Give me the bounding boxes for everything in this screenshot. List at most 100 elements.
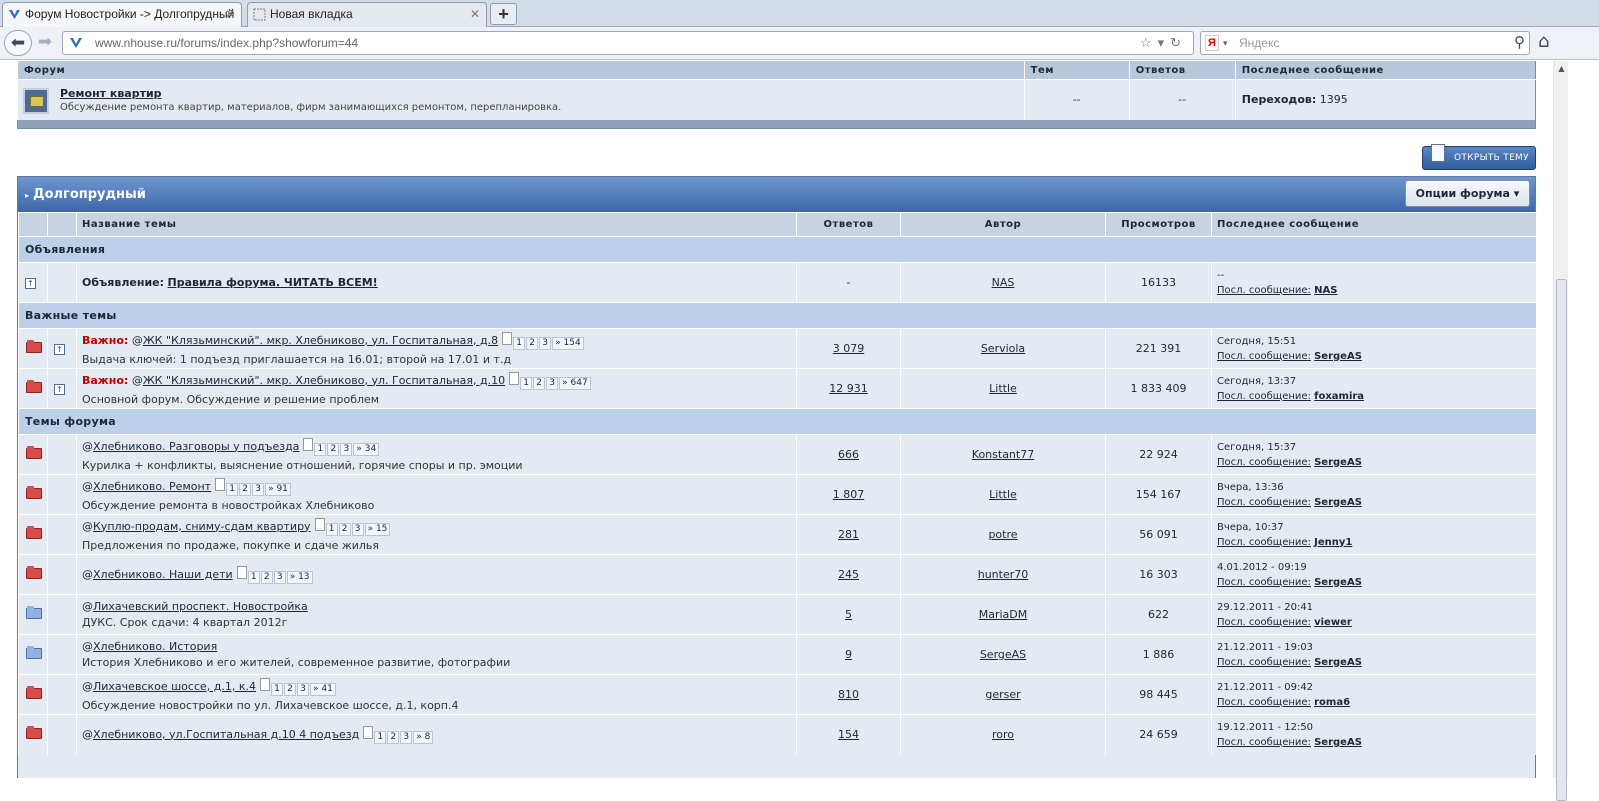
close-tab-icon[interactable]: ✕ bbox=[225, 3, 235, 25]
forward-button[interactable]: ➡ bbox=[34, 30, 56, 56]
last-post-label[interactable]: Посл. сообщение: bbox=[1217, 391, 1311, 402]
page-link[interactable]: 3 bbox=[297, 682, 309, 696]
col-views[interactable]: Просмотров bbox=[1105, 212, 1212, 237]
scrollbar-thumb[interactable] bbox=[1556, 279, 1567, 801]
last-post-label[interactable]: Посл. сообщение: bbox=[1217, 697, 1311, 708]
replies-link[interactable]: 245 bbox=[838, 568, 859, 581]
topic-link[interactable]: Хлебниково. Разговоры у подъезда bbox=[93, 440, 299, 453]
col-topic-title[interactable]: Название темы bbox=[76, 212, 797, 237]
page-link[interactable]: 1 bbox=[271, 682, 283, 696]
topic-link[interactable]: Хлебниково. История bbox=[93, 640, 217, 653]
page-link[interactable]: 1 bbox=[247, 570, 260, 584]
last-post-label[interactable]: Посл. сообщение: bbox=[1217, 657, 1311, 668]
author-link[interactable]: potre bbox=[988, 528, 1017, 541]
page-link[interactable]: 2 bbox=[526, 336, 539, 350]
last-poster-link[interactable]: SergeAS bbox=[1314, 577, 1362, 588]
page-link[interactable]: 3 bbox=[539, 336, 552, 350]
page-link[interactable]: 2 bbox=[260, 570, 273, 584]
last-poster-link[interactable]: SergeAS bbox=[1314, 457, 1362, 468]
last-post-label[interactable]: Посл. сообщение: bbox=[1217, 351, 1311, 362]
yandex-engine-icon[interactable]: Я bbox=[1205, 35, 1219, 51]
last-poster-link[interactable]: SergeAS bbox=[1314, 497, 1362, 508]
replies-link[interactable]: 12 931 bbox=[829, 382, 868, 395]
page-link[interactable]: 1 bbox=[325, 522, 338, 536]
page-link[interactable]: 3 bbox=[252, 482, 265, 496]
tab-new[interactable]: Новая вкладка ✕ bbox=[247, 2, 487, 27]
home-button[interactable]: ⌂ bbox=[1538, 31, 1560, 55]
collapse-triangle-icon[interactable]: ▸ bbox=[25, 191, 29, 200]
replies-link[interactable]: 281 bbox=[838, 528, 859, 541]
page-link[interactable]: 2 bbox=[284, 682, 296, 696]
last-post-label[interactable]: Посл. сообщение: bbox=[1217, 577, 1311, 588]
col-replies[interactable]: Ответов bbox=[796, 212, 901, 237]
vertical-scrollbar[interactable]: ▲ bbox=[1553, 61, 1569, 801]
page-link[interactable]: » 41 bbox=[310, 682, 336, 696]
page-link[interactable]: 1 bbox=[226, 482, 239, 496]
last-post-label[interactable]: Посл. сообщение: bbox=[1217, 457, 1311, 468]
author-link[interactable]: hunter70 bbox=[978, 568, 1029, 581]
forum-options-button[interactable]: Опции форума ▾ bbox=[1405, 180, 1530, 207]
author-link[interactable]: gerser bbox=[985, 688, 1020, 701]
page-link[interactable]: 2 bbox=[327, 442, 340, 456]
engine-dropdown-icon[interactable]: ▾ bbox=[1223, 32, 1228, 54]
page-link[interactable]: 3 bbox=[400, 730, 413, 744]
col-last-post[interactable]: Последнее сообщение bbox=[1211, 212, 1536, 237]
dropdown-arrow-icon[interactable]: ▾ bbox=[1158, 35, 1171, 50]
last-post-label[interactable]: Посл. сообщение: bbox=[1217, 737, 1311, 748]
last-poster-link[interactable]: SergeAS bbox=[1314, 737, 1362, 748]
close-tab-icon[interactable]: ✕ bbox=[470, 3, 480, 25]
author-link[interactable]: Konstant77 bbox=[972, 448, 1034, 461]
replies-link[interactable]: 9 bbox=[845, 648, 852, 661]
page-link[interactable]: » 154 bbox=[552, 336, 584, 350]
last-poster-link[interactable]: roma6 bbox=[1314, 697, 1350, 708]
address-bar[interactable]: www.nhouse.ru/forums/index.php?showforum… bbox=[62, 31, 1194, 55]
author-link[interactable]: SergeAS bbox=[980, 648, 1026, 661]
page-link[interactable]: » 34 bbox=[353, 442, 380, 456]
topic-link[interactable]: Хлебниково. Ремонт bbox=[93, 480, 211, 493]
last-post-label[interactable]: Посл. сообщение: bbox=[1217, 617, 1311, 628]
page-link[interactable]: 1 bbox=[314, 442, 327, 456]
reload-icon[interactable]: ↻ bbox=[1170, 35, 1187, 50]
author-link[interactable]: MariaDM bbox=[979, 608, 1028, 621]
page-link[interactable]: 3 bbox=[546, 376, 559, 390]
last-post-label[interactable]: Посл. сообщение: bbox=[1217, 497, 1311, 508]
new-tab-button[interactable]: + bbox=[490, 3, 517, 25]
topic-link[interactable]: ЖК "Клязьминский". мкр. Хлебниково, ул. … bbox=[143, 374, 505, 387]
author-link[interactable]: Little bbox=[989, 488, 1017, 501]
tab-forum[interactable]: Форум Новостройки -> Долгопрудный ✕ bbox=[2, 2, 242, 28]
topic-link[interactable]: ЖК "Клязьминский". мкр. Хлебниково, ул. … bbox=[143, 334, 498, 347]
announcement-link[interactable]: Правила форума. ЧИТАТЬ ВСЕМ! bbox=[168, 276, 378, 289]
replies-link[interactable]: 666 bbox=[838, 448, 859, 461]
last-poster-link[interactable]: SergeAS bbox=[1314, 657, 1362, 668]
page-link[interactable]: 2 bbox=[533, 376, 546, 390]
author-link[interactable]: Little bbox=[989, 382, 1017, 395]
author-link[interactable]: NAS bbox=[992, 276, 1015, 289]
page-link[interactable]: 3 bbox=[340, 442, 353, 456]
page-link[interactable]: » 15 bbox=[364, 522, 391, 536]
col-author[interactable]: Автор bbox=[900, 212, 1106, 237]
page-link[interactable]: 2 bbox=[239, 482, 252, 496]
new-topic-button[interactable]: ОТКРЫТЬ ТЕМУ bbox=[1422, 144, 1536, 170]
page-link[interactable]: 2 bbox=[338, 522, 351, 536]
author-link[interactable]: roro bbox=[992, 728, 1014, 741]
last-poster-link[interactable]: SergeAS bbox=[1314, 351, 1362, 362]
back-button[interactable]: ⬅ bbox=[4, 30, 32, 56]
last-poster-link[interactable]: viewer bbox=[1314, 617, 1352, 628]
search-icon[interactable]: ⚲ bbox=[1514, 32, 1525, 54]
page-link[interactable]: 2 bbox=[387, 730, 400, 744]
replies-link[interactable]: 3 079 bbox=[833, 342, 865, 355]
replies-link[interactable]: 810 bbox=[838, 688, 859, 701]
last-poster-link[interactable]: foxamira bbox=[1314, 391, 1364, 402]
topic-link[interactable]: Хлебниково, ул.Госпитальная д.10 4 подъе… bbox=[93, 728, 359, 741]
page-link[interactable]: » 647 bbox=[559, 376, 591, 390]
last-post-label[interactable]: Посл. сообщение: bbox=[1217, 537, 1311, 548]
page-link[interactable]: 3 bbox=[351, 522, 364, 536]
page-link[interactable]: » 91 bbox=[265, 482, 291, 496]
page-link[interactable]: » 13 bbox=[286, 570, 313, 584]
scroll-up-icon[interactable]: ▲ bbox=[1554, 61, 1569, 76]
last-post-label[interactable]: Посл. сообщение: bbox=[1217, 285, 1311, 296]
author-link[interactable]: Serviola bbox=[981, 342, 1025, 355]
last-poster-link[interactable]: NAS bbox=[1314, 285, 1337, 296]
replies-link[interactable]: 1 807 bbox=[833, 488, 865, 501]
last-poster-link[interactable]: Jenny1 bbox=[1314, 537, 1352, 548]
